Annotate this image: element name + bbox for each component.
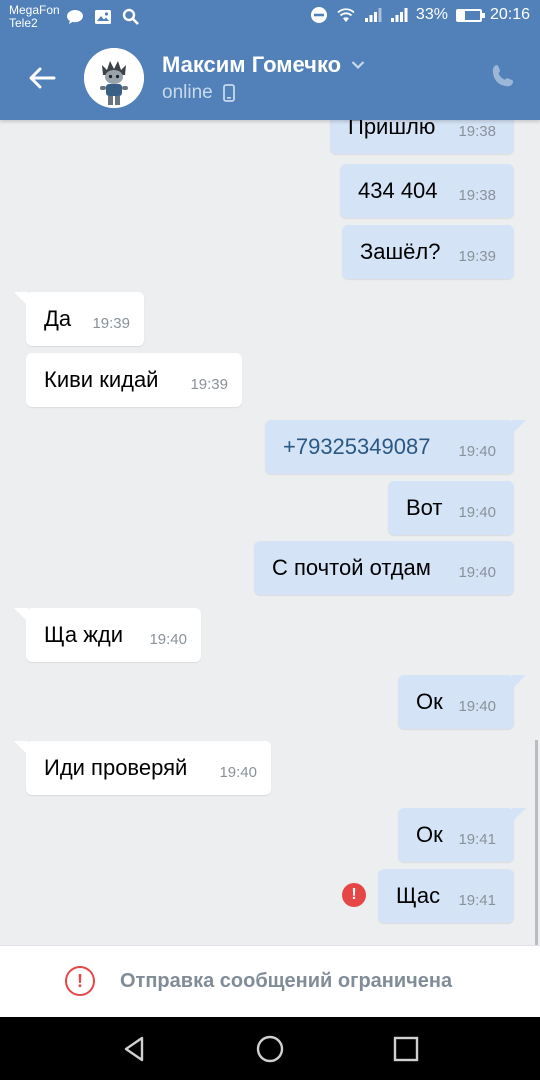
battery-level-fill [457, 10, 466, 20]
outgoing-message[interactable]: Ок 19:41 [398, 808, 526, 862]
incoming-message[interactable]: Иди проверяй 19:40 [14, 741, 271, 795]
message-time: 19:39 [92, 315, 130, 332]
outgoing-message[interactable]: Зашёл? 19:39 [342, 225, 514, 279]
chat-notification-icon [67, 10, 83, 24]
bubble-tail [14, 608, 28, 622]
system-nav-bar [0, 1017, 540, 1080]
dnd-icon [310, 7, 327, 23]
carrier-info: MegaFon Tele2 [9, 4, 60, 30]
message-text: Ок [416, 822, 443, 847]
incoming-message[interactable]: Киви кидай 19:39 [26, 353, 242, 407]
message-time: 19:40 [458, 443, 496, 460]
robot-figure-icon [84, 48, 144, 108]
arrow-left-icon [29, 67, 56, 89]
message-time: 19:40 [149, 631, 187, 648]
phone-icon [492, 65, 514, 87]
scrollbar[interactable] [535, 740, 538, 945]
bubble-tail [14, 292, 28, 306]
message-text: Щас [396, 883, 441, 908]
message-text: Да [44, 306, 72, 331]
battery-icon [455, 8, 485, 22]
warning-icon: ! [65, 966, 95, 996]
message-text: Ща жди [44, 622, 124, 647]
bubble-tail [512, 808, 526, 822]
avatar[interactable] [84, 48, 144, 108]
bubble-tail [512, 675, 526, 689]
search-notification-icon [122, 8, 139, 25]
carrier-2: Tele2 [9, 16, 38, 30]
chat-header: Максим Гомечко online [0, 36, 540, 120]
outgoing-message[interactable]: 434 404 19:38 [340, 164, 514, 218]
bubble-tail [14, 741, 28, 755]
outgoing-message[interactable]: Пришлю 19:38 [330, 120, 514, 154]
outgoing-message[interactable]: С почтой отдам 19:40 [254, 541, 514, 595]
message-time: 19:40 [458, 698, 496, 715]
message-time: 19:41 [458, 831, 496, 848]
contact-status: online [162, 82, 235, 104]
signal-icon-1 [364, 8, 382, 22]
wifi-icon [337, 8, 355, 22]
message-text: 434 404 [358, 178, 438, 203]
phone-number-link[interactable]: +79325349087 [283, 434, 430, 460]
status-time: 20:16 [489, 6, 530, 23]
chevron-down-icon [351, 61, 365, 70]
contact-name-label: Максим Гомечко [162, 52, 342, 77]
message-time: 19:40 [458, 564, 496, 581]
restricted-text: Отправка сообщений ограничена [120, 970, 453, 992]
online-status-label: online [162, 82, 213, 103]
message-text: Киви кидай [44, 367, 159, 392]
image-notification-icon [95, 10, 111, 24]
message-text: Зашёл? [360, 239, 441, 264]
message-time: 19:40 [219, 764, 257, 781]
call-button[interactable] [488, 62, 518, 92]
square-recents-icon [393, 1036, 419, 1062]
battery-percent: 33% [415, 6, 448, 23]
back-button[interactable] [26, 62, 58, 94]
message-time: 19:40 [458, 504, 496, 521]
sending-restricted-bar: ! Отправка сообщений ограничена [0, 945, 540, 1017]
message-time: 19:38 [458, 187, 496, 204]
message-list[interactable]: Пришлю 19:38 434 404 19:38 Зашёл? 19:39 Да 19:3… [0, 120, 540, 945]
message-time: 19:39 [458, 248, 496, 265]
message-text: Ок [416, 689, 443, 714]
contact-name[interactable]: Максим Гомечко [162, 52, 365, 78]
message-text: Пришлю [348, 120, 436, 139]
outgoing-message[interactable]: Вот 19:40 [388, 481, 514, 535]
incoming-message[interactable]: Ща жди 19:40 [14, 608, 201, 662]
signal-icon-2 [390, 8, 408, 22]
message-text: С почтой отдам [272, 555, 431, 580]
triangle-back-icon [124, 1036, 144, 1062]
status-bar: MegaFon Tele2 33% 20:16 [0, 0, 540, 36]
message-time: 19:41 [458, 892, 496, 909]
outgoing-message[interactable]: +79325349087 19:40 [265, 420, 526, 474]
circle-home-icon [256, 1035, 284, 1063]
mobile-phone-icon [222, 84, 235, 102]
send-error-icon[interactable]: ! [342, 883, 366, 907]
message-time: 19:38 [458, 123, 496, 140]
bubble-tail [512, 420, 526, 434]
message-text: Вот [406, 495, 443, 520]
message-time: 19:39 [190, 376, 228, 393]
nav-back-button[interactable] [118, 1033, 150, 1065]
outgoing-message[interactable]: Ок 19:40 [398, 675, 526, 729]
incoming-message[interactable]: Да 19:39 [14, 292, 144, 346]
nav-recents-button[interactable] [390, 1033, 422, 1065]
outgoing-message[interactable]: Щас 19:41 [378, 869, 514, 923]
nav-home-button[interactable] [254, 1033, 286, 1065]
message-text: Иди проверяй [44, 755, 188, 780]
